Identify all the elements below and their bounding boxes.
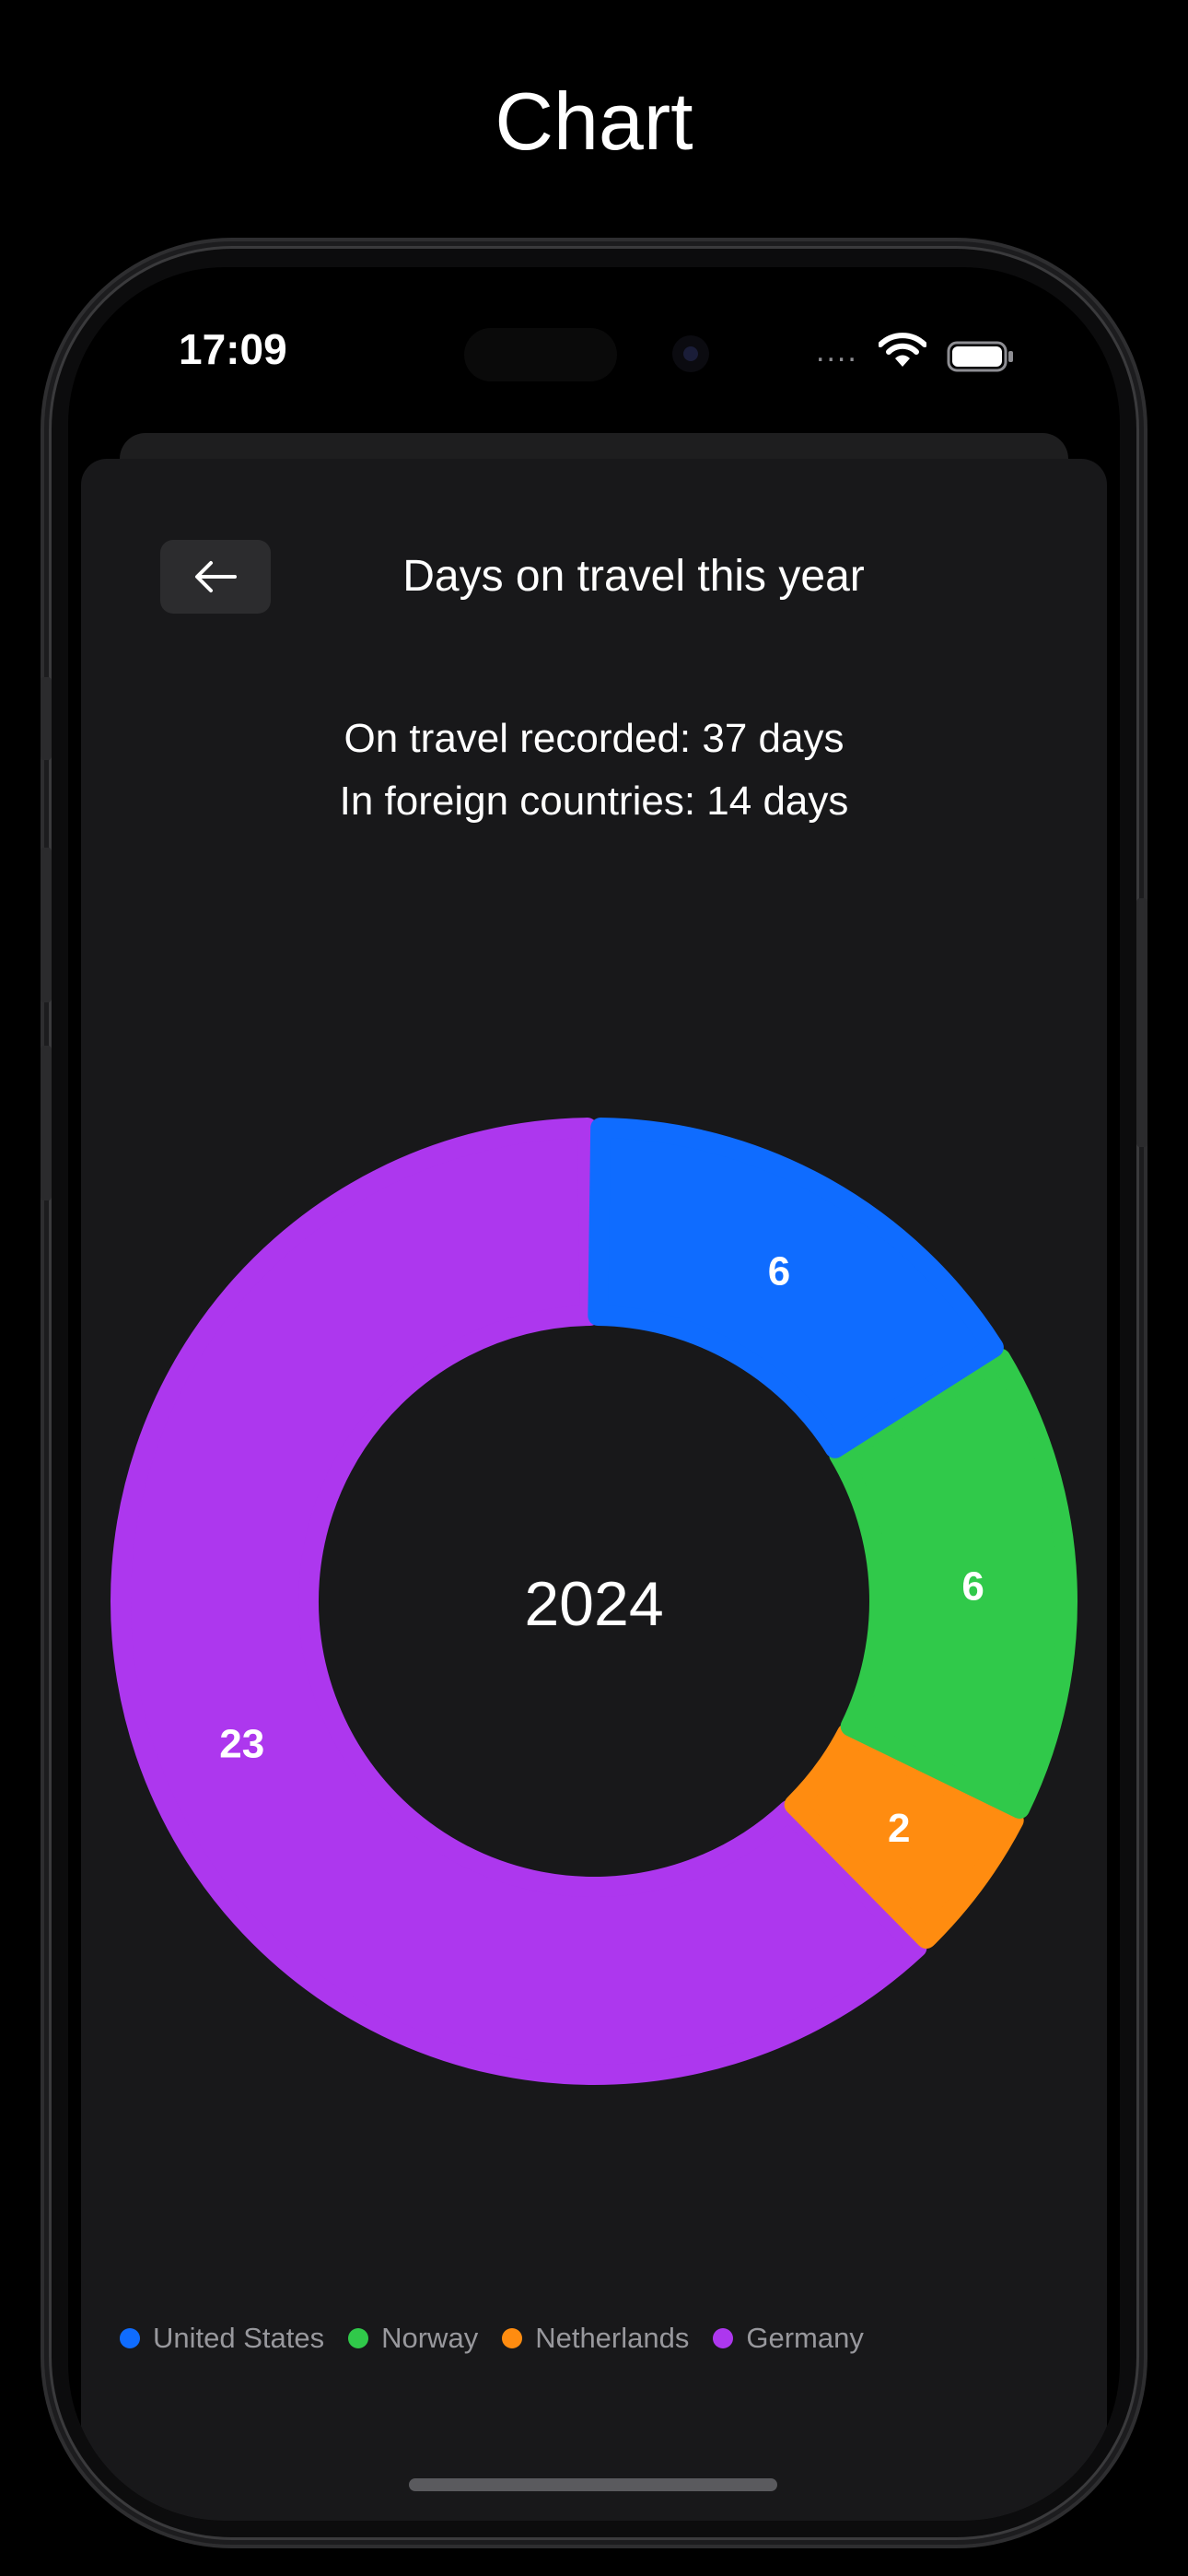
dynamic-island	[464, 328, 617, 381]
chart-center-label: 2024	[524, 1569, 663, 1639]
summary-foreign: In foreign countries: 14 days	[339, 779, 849, 824]
legend-label: United States	[153, 2322, 325, 2354]
summary-recorded: On travel recorded: 37 days	[344, 716, 844, 761]
back-button[interactable]	[160, 540, 271, 614]
action-button	[41, 677, 52, 760]
legend-swatch	[502, 2328, 523, 2348]
arrow-left-icon	[195, 561, 237, 592]
chart-legend: United States Norway Netherlands Germany	[120, 2315, 888, 2361]
phone-screen: 17:09 .... Days on travel this year On t…	[68, 267, 1120, 2521]
donut-chart: 2024 6 6 2 23	[111, 1118, 1077, 2085]
travel-summary: On travel recorded: 37 days In foreign c…	[81, 708, 1107, 833]
volume-up-button	[41, 848, 52, 1002]
legend-swatch	[713, 2328, 734, 2348]
camera-icon	[672, 335, 709, 372]
nav-title: Days on travel this year	[402, 552, 865, 601]
volume-down-button	[41, 1046, 52, 1200]
legend-label: Germany	[746, 2322, 864, 2354]
status-time: 17:09	[179, 325, 287, 373]
status-bar: 17:09 ....	[68, 267, 1120, 451]
legend-item: United States	[120, 2322, 324, 2355]
legend-label: Netherlands	[535, 2322, 690, 2354]
legend-swatch	[348, 2328, 369, 2348]
chart-sheet: Days on travel this year On travel recor…	[81, 459, 1107, 2521]
legend-item: Norway	[348, 2322, 478, 2355]
home-indicator	[409, 2478, 777, 2491]
donut-data-label: 2	[888, 1806, 910, 1851]
legend-label: Norway	[381, 2322, 479, 2354]
cellular-signal-icon: ....	[816, 334, 858, 369]
wifi-icon	[879, 333, 926, 367]
legend-swatch	[120, 2328, 140, 2348]
battery-icon	[947, 341, 1013, 372]
power-button	[1136, 898, 1147, 1147]
legend-item: Germany	[713, 2322, 864, 2355]
legend-item: Netherlands	[502, 2322, 689, 2355]
donut-data-label: 6	[961, 1564, 984, 1610]
donut-data-label: 23	[219, 1722, 264, 1767]
donut-data-label: 6	[768, 1248, 790, 1294]
page-heading: Chart	[495, 76, 693, 167]
